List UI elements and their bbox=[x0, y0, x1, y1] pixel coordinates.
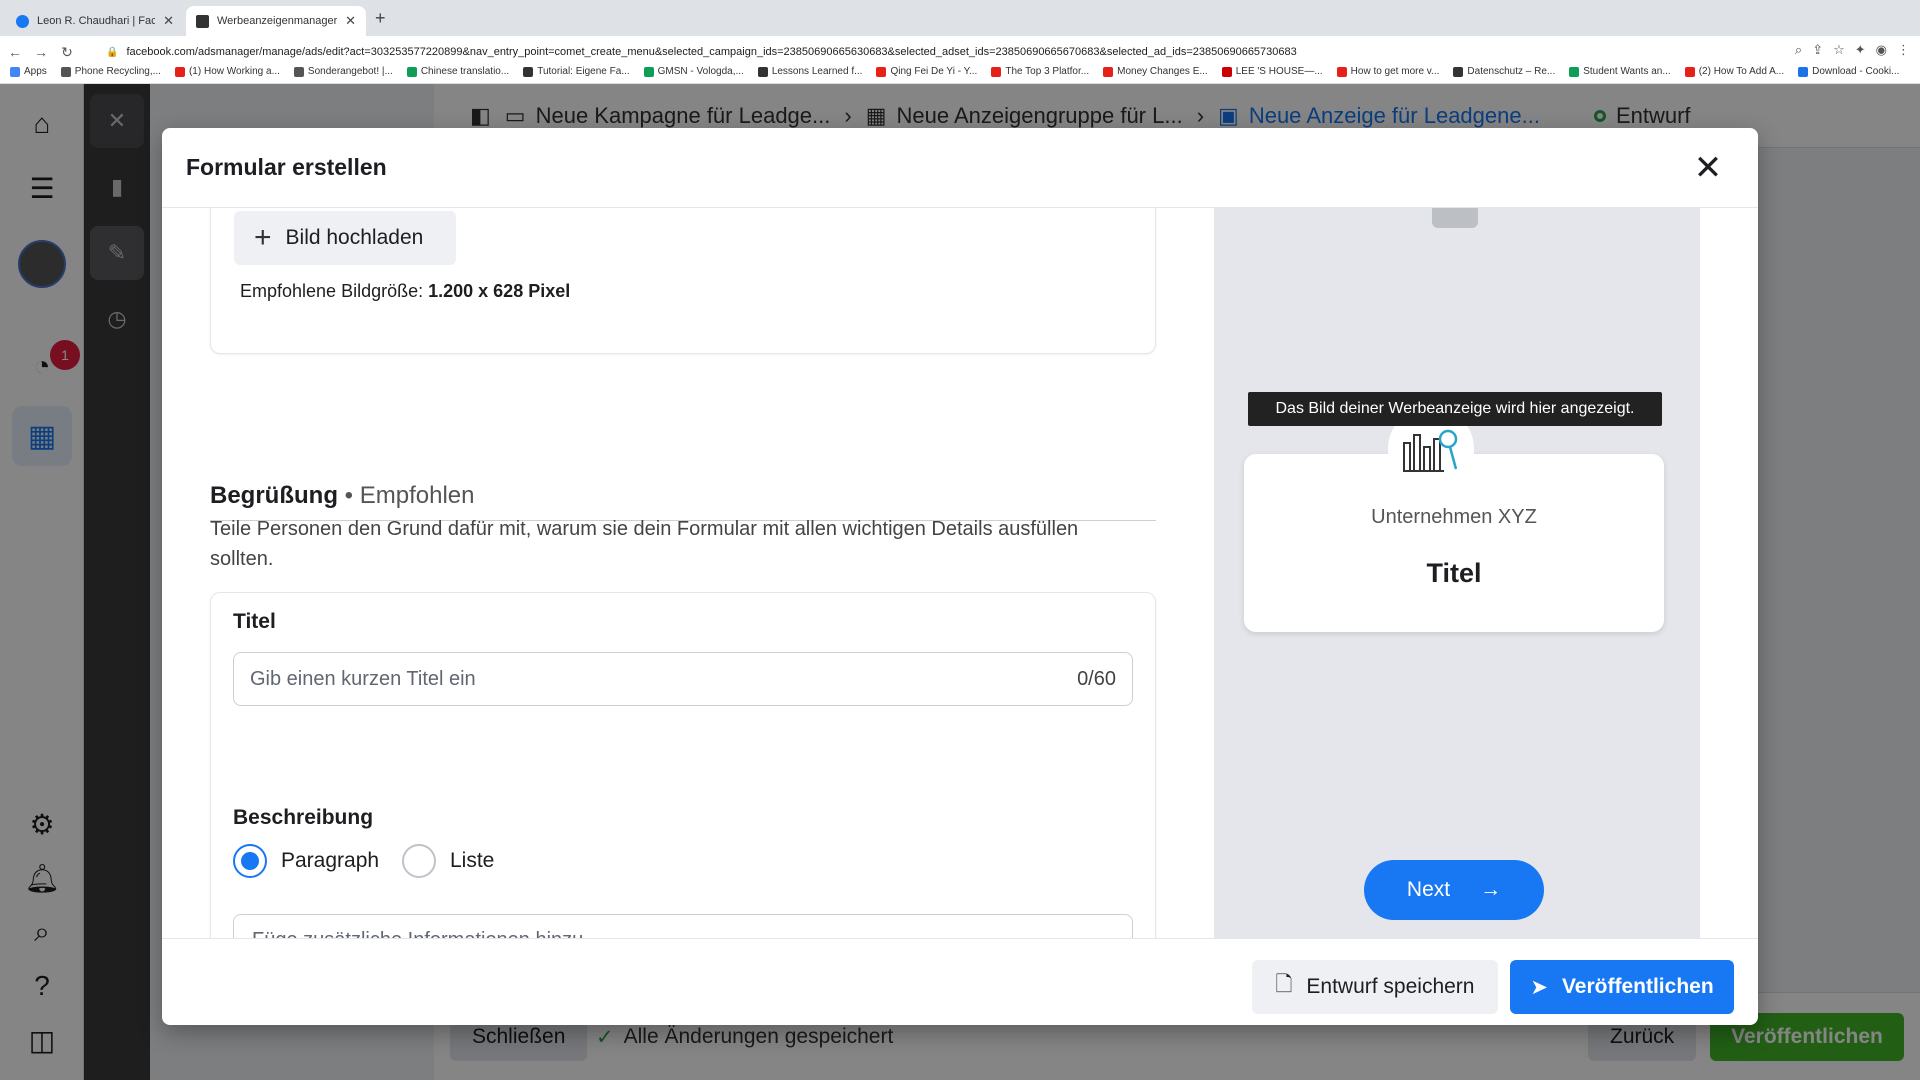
document-icon: 🗋 bbox=[1275, 972, 1293, 996]
bookmark-favicon-icon bbox=[523, 66, 534, 77]
image-upload-card: + Bild hochladen Empfohlene Bildgröße: 1… bbox=[210, 208, 1156, 354]
radio-unselected-icon bbox=[402, 844, 436, 878]
form-preview: Das Bild deiner Werbeanzeige wird hier a… bbox=[1214, 208, 1700, 938]
bookmark-favicon-icon bbox=[1684, 66, 1695, 77]
zoom-icon[interactable]: ⌕ bbox=[1795, 42, 1802, 58]
greeting-card bbox=[210, 592, 1156, 938]
description-label: Beschreibung bbox=[233, 806, 374, 829]
bookmark-favicon-icon bbox=[1336, 66, 1347, 77]
modal-body: + Bild hochladen Empfohlene Bildgröße: 1… bbox=[162, 208, 1758, 938]
description-textarea[interactable]: Füge zusätzliche Informationen hinzu bbox=[233, 914, 1133, 938]
browser-tab-adsmanager[interactable]: Werbeanzeigenmanager - Wer ✕ bbox=[186, 6, 366, 36]
save-draft-button[interactable]: 🗋 Entwurf speichern bbox=[1252, 960, 1498, 1014]
bookmark-item[interactable]: Tutorial: Eigene Fa... bbox=[523, 66, 630, 77]
profile-icon[interactable]: ◉ bbox=[1876, 42, 1887, 58]
bookmark-item[interactable]: (1) How Working a... bbox=[174, 66, 280, 77]
bookmark-item[interactable]: Apps bbox=[10, 66, 47, 77]
preview-title: Titel bbox=[1426, 558, 1482, 588]
close-tab-icon[interactable]: ✕ bbox=[345, 13, 356, 29]
bookmark-favicon-icon bbox=[293, 66, 304, 77]
bookmark-item[interactable]: GMSN - Vologda,... bbox=[643, 66, 744, 77]
bookmark-favicon-icon bbox=[10, 66, 20, 77]
bookmark-item[interactable]: Money Changes E... bbox=[1103, 66, 1208, 77]
arrow-right-icon: → bbox=[1480, 878, 1502, 901]
back-icon[interactable]: ← bbox=[4, 44, 26, 60]
bookmark-favicon-icon bbox=[1453, 66, 1464, 77]
bookmark-favicon-icon bbox=[174, 66, 185, 77]
bookmark-favicon-icon bbox=[1221, 66, 1232, 77]
bookmark-item[interactable]: Sonderangebot! |... bbox=[293, 66, 393, 77]
bookmark-favicon-icon bbox=[991, 66, 1002, 77]
bookmark-item[interactable]: Lessons Learned f... bbox=[757, 66, 862, 77]
radio-paragraph[interactable]: Paragraph bbox=[233, 844, 379, 878]
bookmark-item[interactable]: The Top 3 Platfor... bbox=[991, 66, 1089, 77]
char-counter: 0/60 bbox=[1077, 667, 1116, 690]
bookmark-item[interactable]: Phone Recycling,... bbox=[60, 66, 161, 77]
paper-plane-icon: ➤ bbox=[1530, 975, 1548, 999]
close-tab-icon[interactable]: ✕ bbox=[163, 13, 174, 29]
upload-image-button[interactable]: + Bild hochladen bbox=[234, 211, 456, 265]
preview-company: Unternehmen XYZ bbox=[1371, 506, 1537, 528]
facebook-icon bbox=[16, 14, 29, 28]
share-icon[interactable]: ⇪ bbox=[1812, 42, 1823, 58]
publish-button[interactable]: ➤ Veröffentlichen bbox=[1510, 960, 1734, 1014]
forward-icon[interactable]: → bbox=[30, 44, 52, 60]
bookmark-item[interactable]: (2) How To Add A... bbox=[1684, 66, 1784, 77]
bookmark-favicon-icon bbox=[1569, 66, 1580, 77]
bookmark-item[interactable]: Download - Cooki... bbox=[1798, 66, 1899, 77]
bookmark-item[interactable]: Qing Fei De Yi - Y... bbox=[876, 66, 977, 77]
reload-icon[interactable]: ↻ bbox=[56, 44, 78, 61]
bookmark-favicon-icon bbox=[757, 66, 768, 77]
bookmark-favicon-icon bbox=[876, 66, 887, 77]
bookmarks-bar: Apps Phone Recycling,... (1) How Working a… bbox=[0, 60, 1920, 84]
bookmark-item[interactable]: Datenschutz – Re... bbox=[1453, 66, 1555, 77]
modal-title: Formular erstellen bbox=[186, 154, 387, 180]
plus-icon: + bbox=[254, 221, 272, 254]
browser-tab-facebook[interactable]: Leon R. Chaudhari | Facebook ✕ bbox=[6, 6, 184, 36]
bar-chart-logo-icon bbox=[1403, 429, 1458, 472]
menu-kebab-icon[interactable]: ⋮ bbox=[1897, 42, 1910, 58]
bookmark-favicon-icon bbox=[60, 66, 71, 77]
bookmark-item[interactable]: LEE 'S HOUSE—... bbox=[1221, 66, 1323, 77]
extensions-icon[interactable]: ✦ bbox=[1855, 42, 1866, 58]
radio-list[interactable]: Liste bbox=[402, 844, 494, 878]
preview-image-tooltip: Das Bild deiner Werbeanzeige wird hier a… bbox=[1248, 392, 1662, 426]
bookmark-favicon-icon bbox=[1798, 66, 1809, 77]
radio-selected-icon bbox=[233, 844, 267, 878]
preview-next-button[interactable]: Next → bbox=[1364, 860, 1544, 920]
title-label: Titel bbox=[233, 610, 276, 633]
title-input[interactable]: Gib einen kurzen Titel ein 0/60 bbox=[233, 652, 1133, 706]
browser-tab-bar: Leon R. Chaudhari | Facebook ✕ Werbeanze… bbox=[0, 0, 1920, 36]
bookmark-favicon-icon bbox=[643, 66, 654, 77]
close-icon[interactable]: ✕ bbox=[1688, 148, 1728, 188]
bookmark-favicon-icon bbox=[1103, 66, 1114, 77]
lock-icon: 🔒 bbox=[106, 46, 119, 58]
bookmark-star-icon[interactable]: ☆ bbox=[1833, 42, 1845, 58]
bookmark-item[interactable]: How to get more v... bbox=[1336, 66, 1439, 77]
adsmanager-icon bbox=[196, 14, 209, 28]
new-tab-icon[interactable]: + bbox=[375, 8, 386, 29]
greeting-description: Teile Personen den Grund dafür mit, waru… bbox=[210, 518, 1079, 570]
greeting-section-title: Begrüßung • Empfohlen bbox=[210, 482, 475, 509]
bookmark-favicon-icon bbox=[406, 66, 417, 77]
bookmark-item[interactable]: Chinese translatio... bbox=[406, 66, 509, 77]
recommended-image-size: Empfohlene Bildgröße: 1.200 x 628 Pixel bbox=[240, 281, 571, 301]
bookmark-item[interactable]: Student Wants an... bbox=[1569, 66, 1671, 77]
create-form-modal: Formular erstellen ✕ + Bild hochladen Em… bbox=[162, 128, 1758, 1025]
image-placeholder-icon bbox=[1432, 208, 1478, 228]
modal-header: Formular erstellen bbox=[162, 128, 1758, 208]
